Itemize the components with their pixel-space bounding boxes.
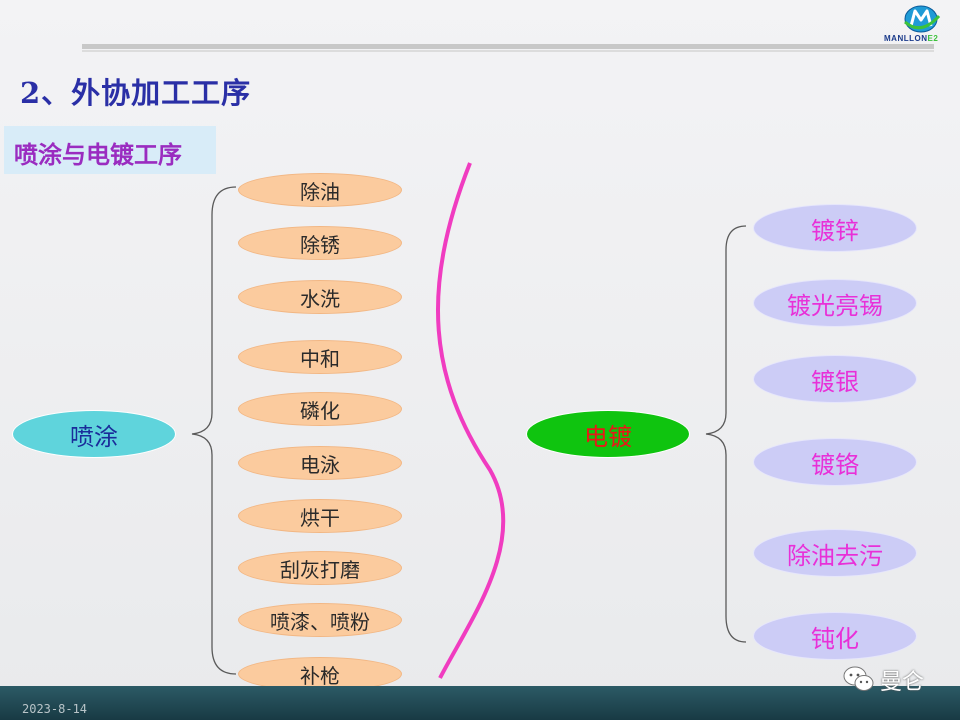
plating-item: 镀光亮锡 [753,279,917,327]
spray-step: 中和 [238,340,402,374]
plating-item: 镀铬 [753,438,917,486]
plating-item: 镀锌 [753,204,917,252]
plating-brace [705,225,747,643]
chat-bubble-icon [843,666,874,691]
spray-step: 磷化 [238,392,402,426]
spray-step: 喷漆、喷粉 [238,603,402,637]
footer-bar [0,686,960,720]
plating-node: 电镀 [526,410,690,458]
plating-item: 镀银 [753,355,917,403]
watermark-text: 曼仑 [880,670,925,695]
spray-step: 除油 [238,173,402,207]
divider-curve [436,162,506,679]
spray-step: 烘干 [238,499,402,533]
plating-item: 除油去污 [753,529,917,577]
spray-node: 喷涂 [12,410,176,458]
spray-step: 电泳 [238,446,402,480]
spray-step: 刮灰打磨 [238,551,402,585]
plating-item: 钝化 [753,612,917,660]
spray-brace [191,186,237,675]
spray-step: 除锈 [238,226,402,260]
spray-step: 水洗 [238,280,402,314]
footer-date: 2023-8-14 [22,702,88,716]
